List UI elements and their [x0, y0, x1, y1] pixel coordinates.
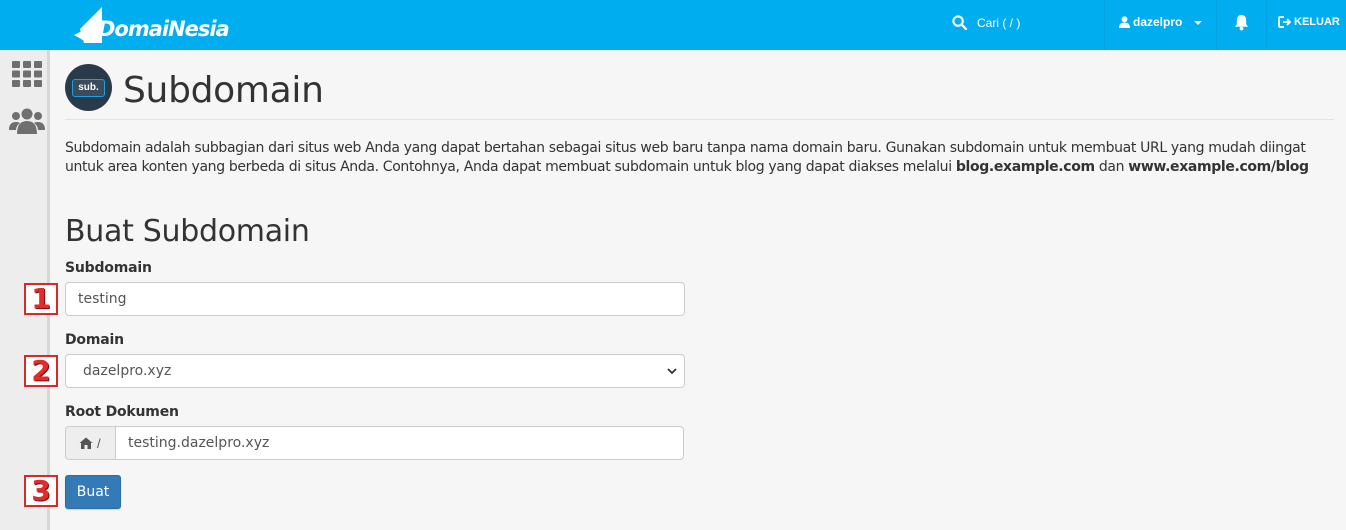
- example-path-text: www.example.com/blog: [1128, 159, 1309, 175]
- domain-selected-value: dazelpro.xyz: [83, 363, 172, 379]
- home-icon: [79, 437, 93, 449]
- example-subdomain-text: blog.example.com: [955, 159, 1095, 175]
- page-header: sub. Subdomain: [65, 62, 1334, 120]
- create-subdomain-button[interactable]: Buat: [65, 475, 121, 509]
- step-marker-2: 2: [24, 355, 58, 387]
- user-menu[interactable]: dazelpro: [1119, 15, 1203, 29]
- bell-icon: [1234, 15, 1249, 31]
- search-placeholder: Cari ( / ): [977, 15, 1021, 30]
- step-marker-3: 3: [24, 475, 58, 507]
- section-title: Buat Subdomain: [65, 214, 310, 249]
- document-root-label: Root Dokumen: [65, 404, 179, 420]
- brand-name: DomaiNesia: [98, 17, 230, 41]
- username: dazelpro: [1133, 15, 1183, 29]
- divider: [1266, 0, 1267, 50]
- domain-select[interactable]: dazelpro.xyz: [65, 354, 685, 388]
- logout-label: KELUAR: [1294, 16, 1340, 28]
- user-icon: [1119, 16, 1130, 28]
- step-marker-1: 1: [24, 283, 58, 315]
- divider: [1216, 0, 1217, 50]
- divider: [1104, 0, 1105, 50]
- apps-grid-icon: [12, 61, 42, 87]
- chevron-down-icon: [667, 368, 677, 375]
- logout-button[interactable]: KELUAR: [1278, 16, 1340, 28]
- sidebar-item-apps[interactable]: [12, 61, 42, 92]
- domain-label: Domain: [65, 332, 124, 348]
- document-root-prefix: /: [65, 426, 116, 460]
- users-icon: [9, 108, 45, 134]
- search-icon: [952, 15, 967, 30]
- sign-out-icon: [1278, 16, 1292, 28]
- search-box[interactable]: Cari ( / ): [952, 15, 1020, 30]
- document-root-input[interactable]: testing.dazelpro.xyz: [115, 426, 684, 460]
- subdomain-label: Subdomain: [65, 260, 152, 276]
- sidebar-item-users[interactable]: [9, 108, 45, 139]
- document-root-group: / testing.dazelpro.xyz: [65, 426, 684, 460]
- notifications-button[interactable]: [1234, 14, 1249, 36]
- subdomain-icon: sub.: [65, 64, 112, 111]
- page-title: Subdomain: [123, 70, 324, 111]
- chevron-down-icon: [1194, 20, 1203, 25]
- top-navbar: DomaiNesia Cari ( / ) dazelpro KELUAR: [0, 0, 1346, 50]
- subdomain-input[interactable]: testing: [65, 282, 685, 316]
- brand-logo[interactable]: DomaiNesia: [74, 4, 230, 46]
- page-description: Subdomain adalah subbagian dari situs we…: [65, 140, 1309, 175]
